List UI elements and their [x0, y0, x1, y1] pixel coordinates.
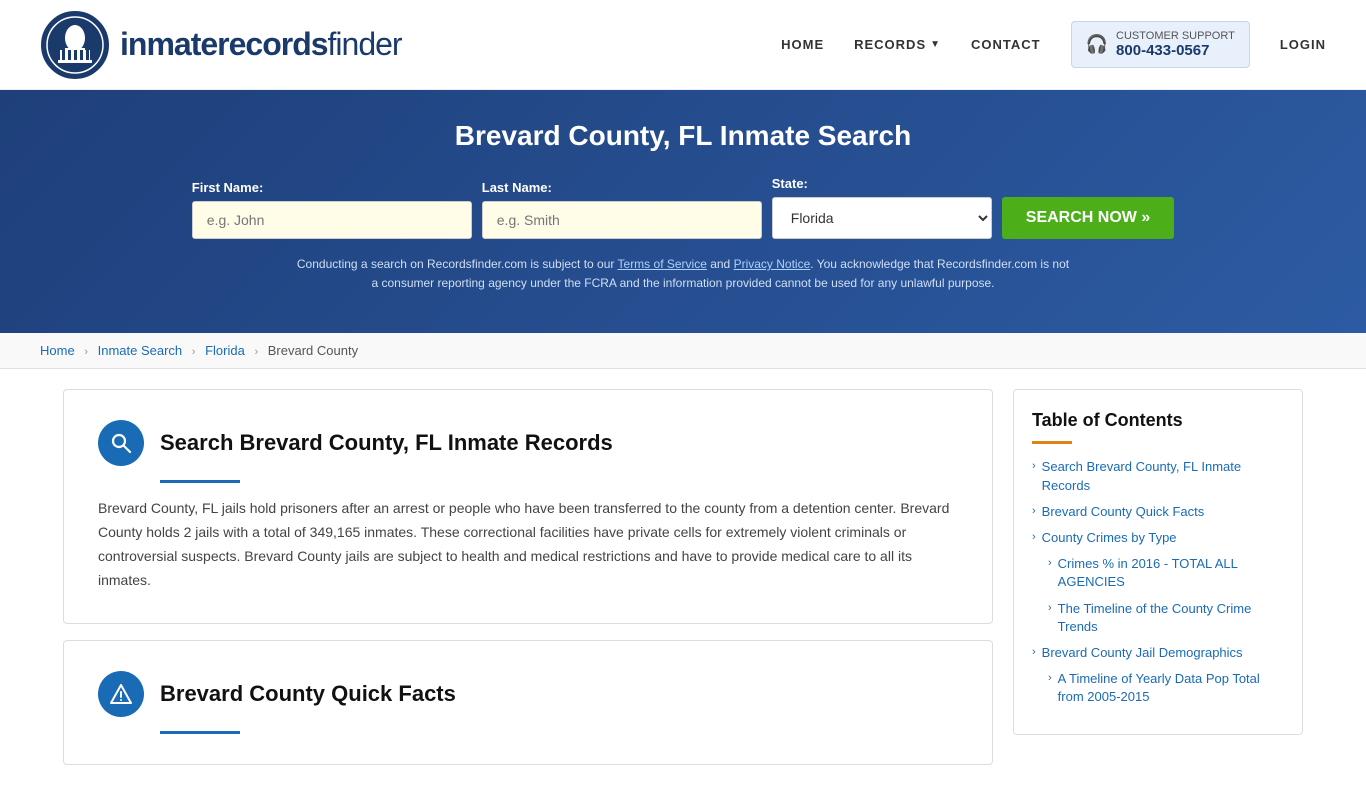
breadcrumb-home[interactable]: Home [40, 343, 75, 358]
logo[interactable]: inmaterecordsfinder [40, 10, 402, 80]
chevron-right-icon: › [1032, 531, 1036, 543]
state-label: State: [772, 176, 808, 191]
chevron-right-icon: › [1048, 557, 1052, 569]
toc-item-sub: › The Timeline of the County Crime Trend… [1032, 600, 1284, 636]
toc-link-county-crimes[interactable]: County Crimes by Type [1042, 529, 1177, 547]
disclaimer-text: Conducting a search on Recordsfinder.com… [293, 255, 1073, 293]
last-name-input[interactable] [482, 201, 762, 239]
toc-item: › Search Brevard County, FL Inmate Recor… [1032, 458, 1284, 494]
toc-link-inmate-records[interactable]: Search Brevard County, FL Inmate Records [1042, 458, 1284, 494]
chevron-right-icon: › [1048, 602, 1052, 614]
inmate-records-title: Search Brevard County, FL Inmate Records [160, 430, 613, 456]
toc-divider [1032, 441, 1072, 444]
toc-card: Table of Contents › Search Brevard Count… [1013, 389, 1303, 735]
quick-facts-header: Brevard County Quick Facts [98, 671, 958, 717]
nav-records[interactable]: RECORDS ▼ [854, 37, 941, 52]
nav-contact[interactable]: CONTACT [971, 37, 1041, 52]
sidebar: Table of Contents › Search Brevard Count… [1013, 389, 1303, 780]
search-form: First Name: Last Name: State: Florida SE… [183, 176, 1183, 239]
main-container: Search Brevard County, FL Inmate Records… [43, 389, 1323, 780]
breadcrumb-sep-1: › [84, 346, 88, 358]
inmate-records-header: Search Brevard County, FL Inmate Records [98, 420, 958, 466]
warning-icon [110, 683, 132, 705]
breadcrumb-county: Brevard County [268, 343, 358, 358]
last-name-group: Last Name: [482, 180, 762, 239]
toc-item: › County Crimes by Type [1032, 529, 1284, 547]
state-select[interactable]: Florida [772, 197, 992, 239]
chevron-right-icon: › [1048, 672, 1052, 684]
chevron-right-icon: › [1032, 460, 1036, 472]
nav-login[interactable]: LOGIN [1280, 37, 1326, 52]
inmate-records-body: Brevard County, FL jails hold prisoners … [98, 497, 958, 592]
toc-link-timeline[interactable]: The Timeline of the County Crime Trends [1058, 600, 1284, 636]
logo-icon [40, 10, 110, 80]
terms-link[interactable]: Terms of Service [618, 257, 707, 271]
breadcrumb-inmate-search[interactable]: Inmate Search [98, 343, 183, 358]
title-underline [160, 480, 240, 483]
first-name-input[interactable] [192, 201, 472, 239]
first-name-group: First Name: [192, 180, 472, 239]
support-phone: 800-433-0567 [1116, 42, 1235, 59]
search-icon-circle [98, 420, 144, 466]
nav-home[interactable]: HOME [781, 37, 824, 52]
breadcrumb: Home › Inmate Search › Florida › Brevard… [0, 333, 1366, 369]
breadcrumb-sep-3: › [254, 346, 258, 358]
toc-item-sub: › A Timeline of Yearly Data Pop Total fr… [1032, 670, 1284, 706]
toc-item: › Brevard County Quick Facts [1032, 503, 1284, 521]
last-name-label: Last Name: [482, 180, 552, 195]
chevron-right-icon: › [1032, 646, 1036, 658]
privacy-link[interactable]: Privacy Notice [734, 257, 811, 271]
quick-facts-underline [160, 731, 240, 734]
search-icon [110, 432, 132, 454]
breadcrumb-sep-2: › [192, 346, 196, 358]
state-group: State: Florida [772, 176, 992, 239]
support-box: 🎧 CUSTOMER SUPPORT 800-433-0567 [1071, 21, 1250, 68]
toc-item-sub: › Crimes % in 2016 - TOTAL ALL AGENCIES [1032, 555, 1284, 591]
toc-title: Table of Contents [1032, 410, 1284, 431]
main-nav: HOME RECORDS ▼ CONTACT 🎧 CUSTOMER SUPPOR… [781, 21, 1326, 68]
chevron-down-icon: ▼ [930, 39, 941, 50]
hero-title: Brevard County, FL Inmate Search [40, 120, 1326, 152]
inmate-records-card: Search Brevard County, FL Inmate Records… [63, 389, 993, 623]
first-name-label: First Name: [192, 180, 264, 195]
chevron-right-icon: › [1032, 505, 1036, 517]
toc-link-yearly-data[interactable]: A Timeline of Yearly Data Pop Total from… [1058, 670, 1284, 706]
toc-link-crimes-pct[interactable]: Crimes % in 2016 - TOTAL ALL AGENCIES [1058, 555, 1284, 591]
site-header: inmaterecordsfinder HOME RECORDS ▼ CONTA… [0, 0, 1366, 90]
quick-facts-card: Brevard County Quick Facts [63, 640, 993, 765]
toc-link-jail-demographics[interactable]: Brevard County Jail Demographics [1042, 644, 1243, 662]
quick-facts-title: Brevard County Quick Facts [160, 681, 456, 707]
content-area: Search Brevard County, FL Inmate Records… [63, 389, 993, 780]
support-label: CUSTOMER SUPPORT [1116, 30, 1235, 42]
search-button[interactable]: SEARCH NOW » [1002, 197, 1174, 239]
hero-section: Brevard County, FL Inmate Search First N… [0, 90, 1366, 333]
toc-link-quick-facts[interactable]: Brevard County Quick Facts [1042, 503, 1205, 521]
headset-icon: 🎧 [1086, 34, 1108, 55]
breadcrumb-florida[interactable]: Florida [205, 343, 245, 358]
toc-item: › Brevard County Jail Demographics [1032, 644, 1284, 662]
logo-text: inmaterecordsfinder [120, 26, 402, 63]
warning-icon-circle [98, 671, 144, 717]
